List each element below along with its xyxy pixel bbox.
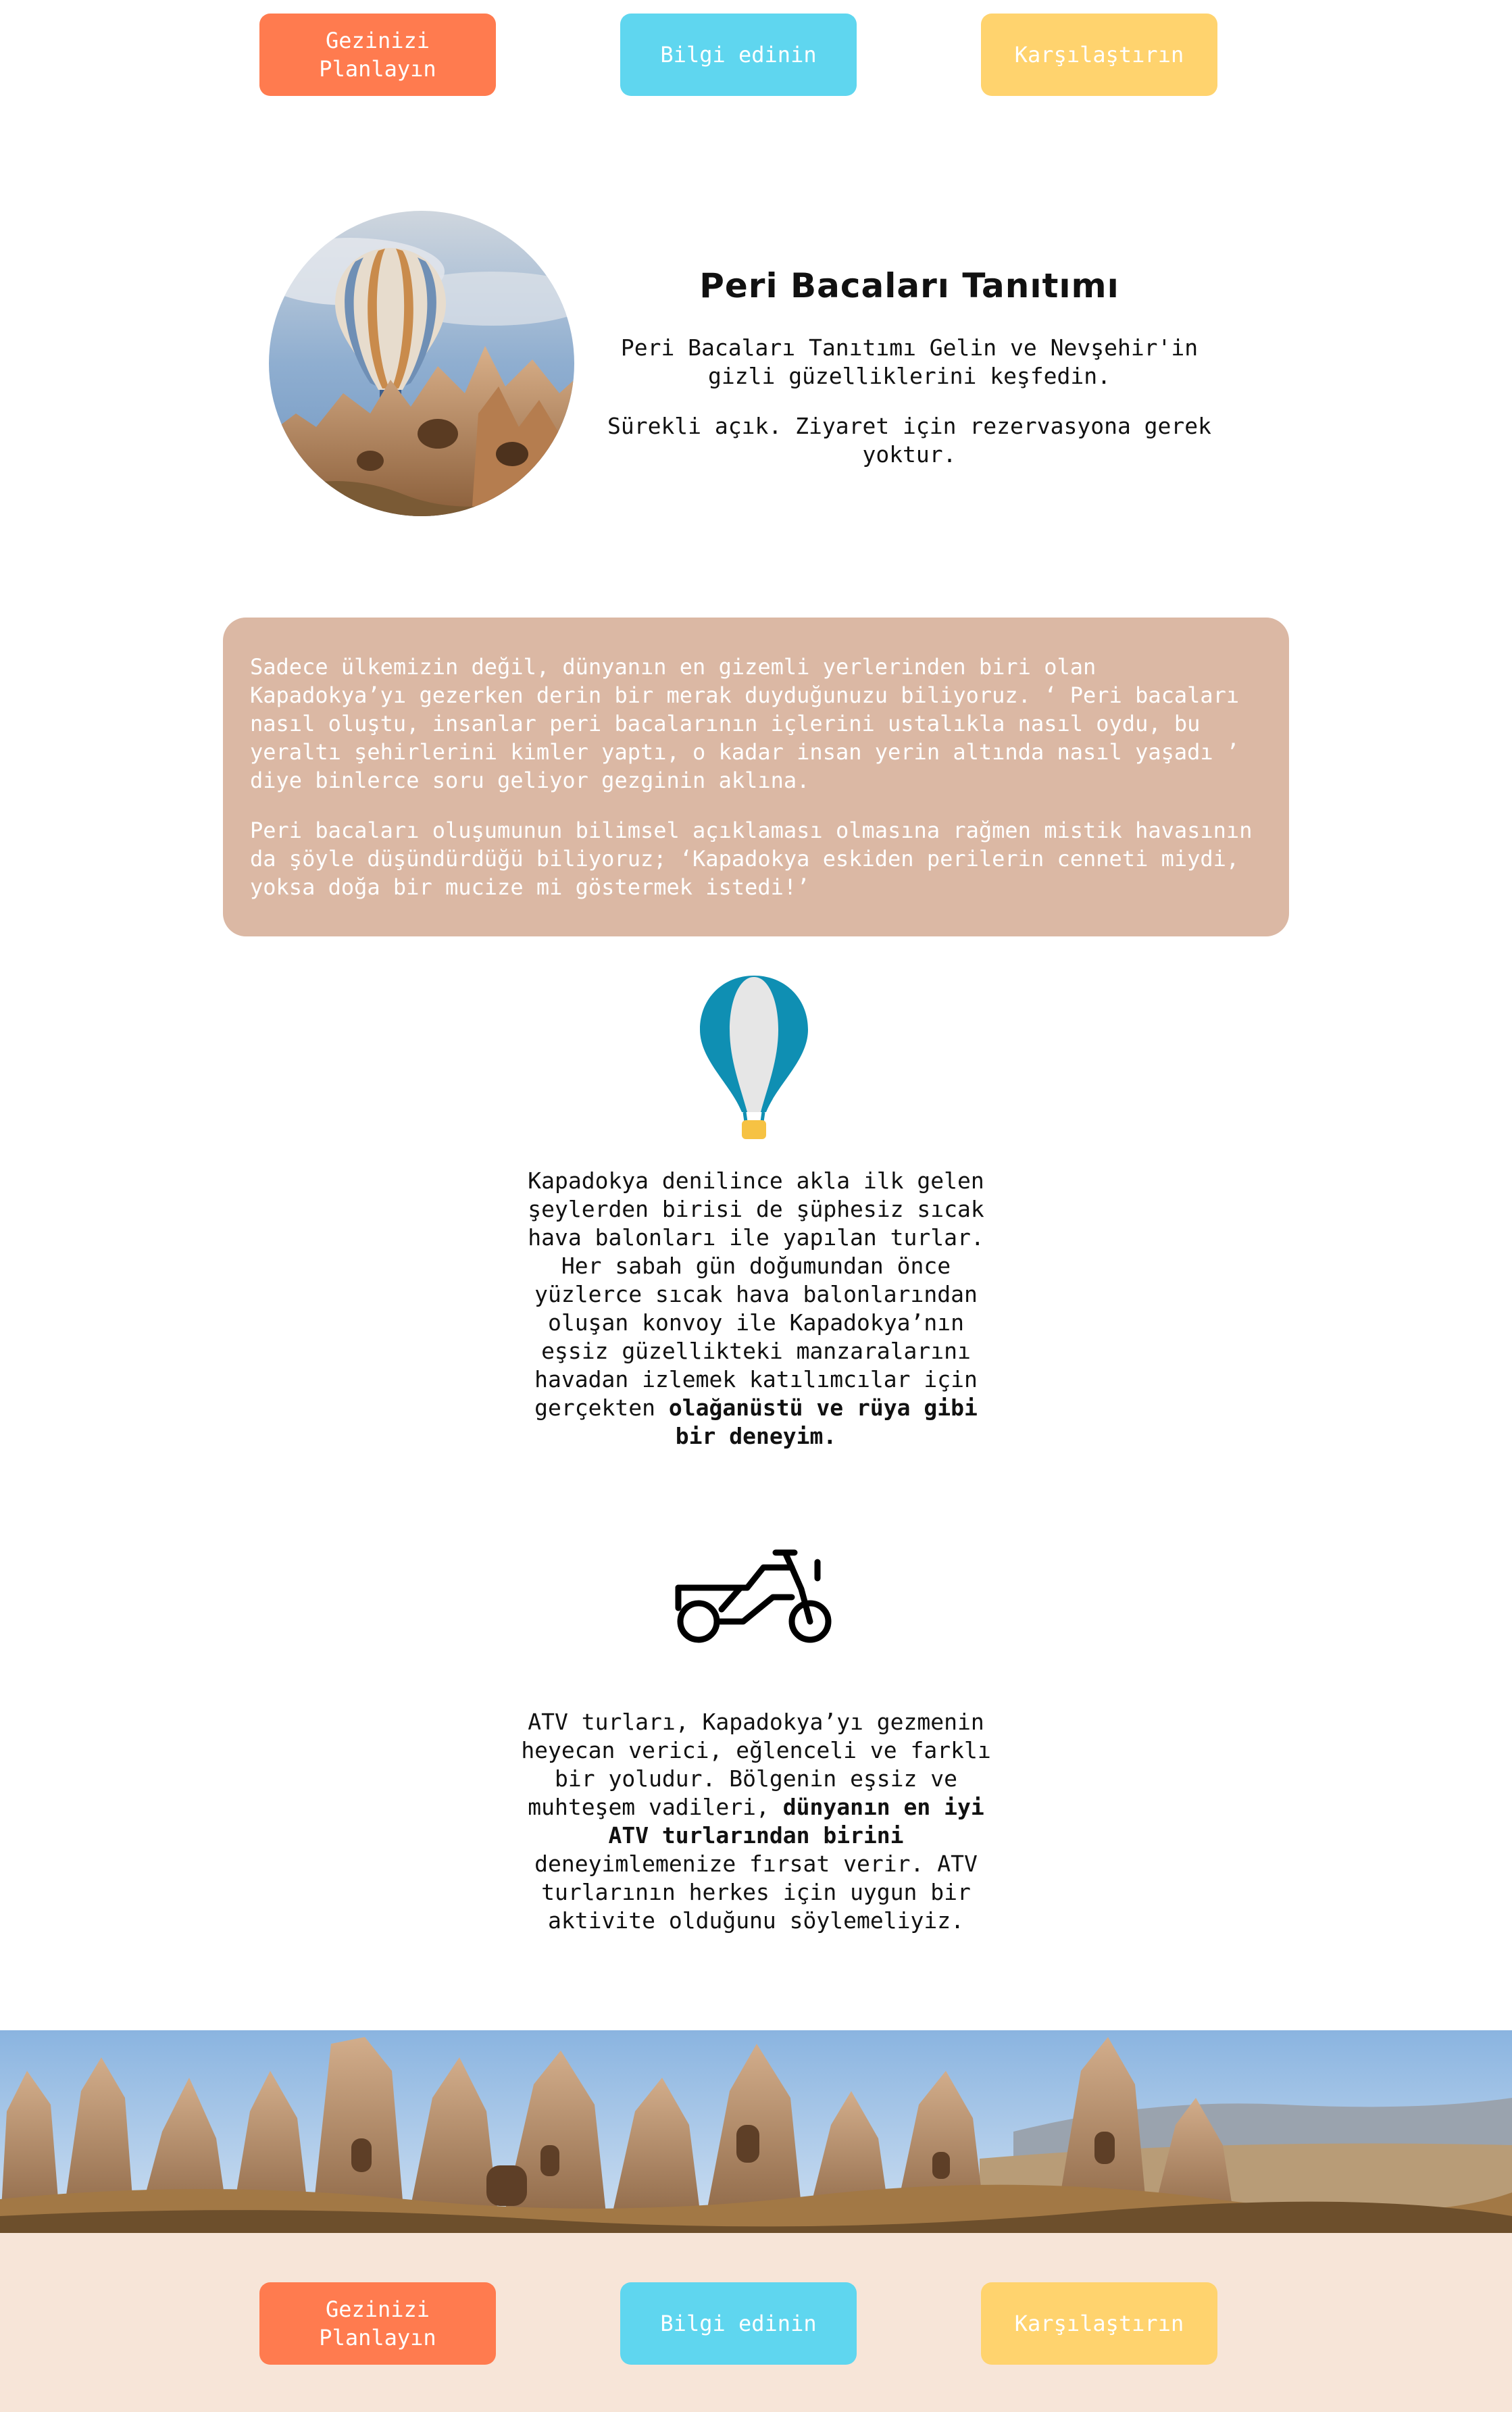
compare-button-bottom[interactable]: Karşılaştırın xyxy=(981,2282,1217,2365)
intro-paragraph-2: Peri bacaları oluşumunun bilimsel açıkla… xyxy=(250,818,1253,900)
top-button-row: Gezinizi Planlayın Bilgi edinin Karşılaş… xyxy=(0,14,1512,101)
hot-air-balloon-icon xyxy=(700,976,808,1141)
hero-subtitle: Peri Bacaları Tanıtımı Gelin ve Nevşehir… xyxy=(620,334,1199,389)
atv-tour-text: ATV turları, Kapadokya’yı gezmenin heyec… xyxy=(521,1709,991,1934)
compare-button[interactable]: Karşılaştırın xyxy=(981,14,1217,96)
hero-opening-note: Sürekli açık. Ziyaret için rezervasyona … xyxy=(607,413,1212,468)
hero-balloon-photo xyxy=(269,211,574,516)
intro-info-card: Sadece ülkemizin değil, dünyanın en gize… xyxy=(223,618,1289,936)
intro-paragraph-1: Sadece ülkemizin değil, dünyanın en gize… xyxy=(250,654,1240,793)
plan-trip-button-bottom[interactable]: Gezinizi Planlayın xyxy=(259,2282,496,2365)
fairy-chimneys-panorama-photo xyxy=(0,2030,1512,2233)
balloon-tour-text: Kapadokya denilince akla ilk gelen şeyle… xyxy=(528,1167,984,1449)
page-title: Peri Bacaları Tanıtımı xyxy=(699,266,1119,305)
get-info-button-bottom[interactable]: Bilgi edinin xyxy=(620,2282,857,2365)
bottom-button-row: Gezinizi Planlayın Bilgi edinin Karşılaş… xyxy=(0,2282,1512,2370)
get-info-button[interactable]: Bilgi edinin xyxy=(620,14,857,96)
plan-trip-button[interactable]: Gezinizi Planlayın xyxy=(259,14,496,96)
motorcycle-icon xyxy=(673,1549,838,1647)
